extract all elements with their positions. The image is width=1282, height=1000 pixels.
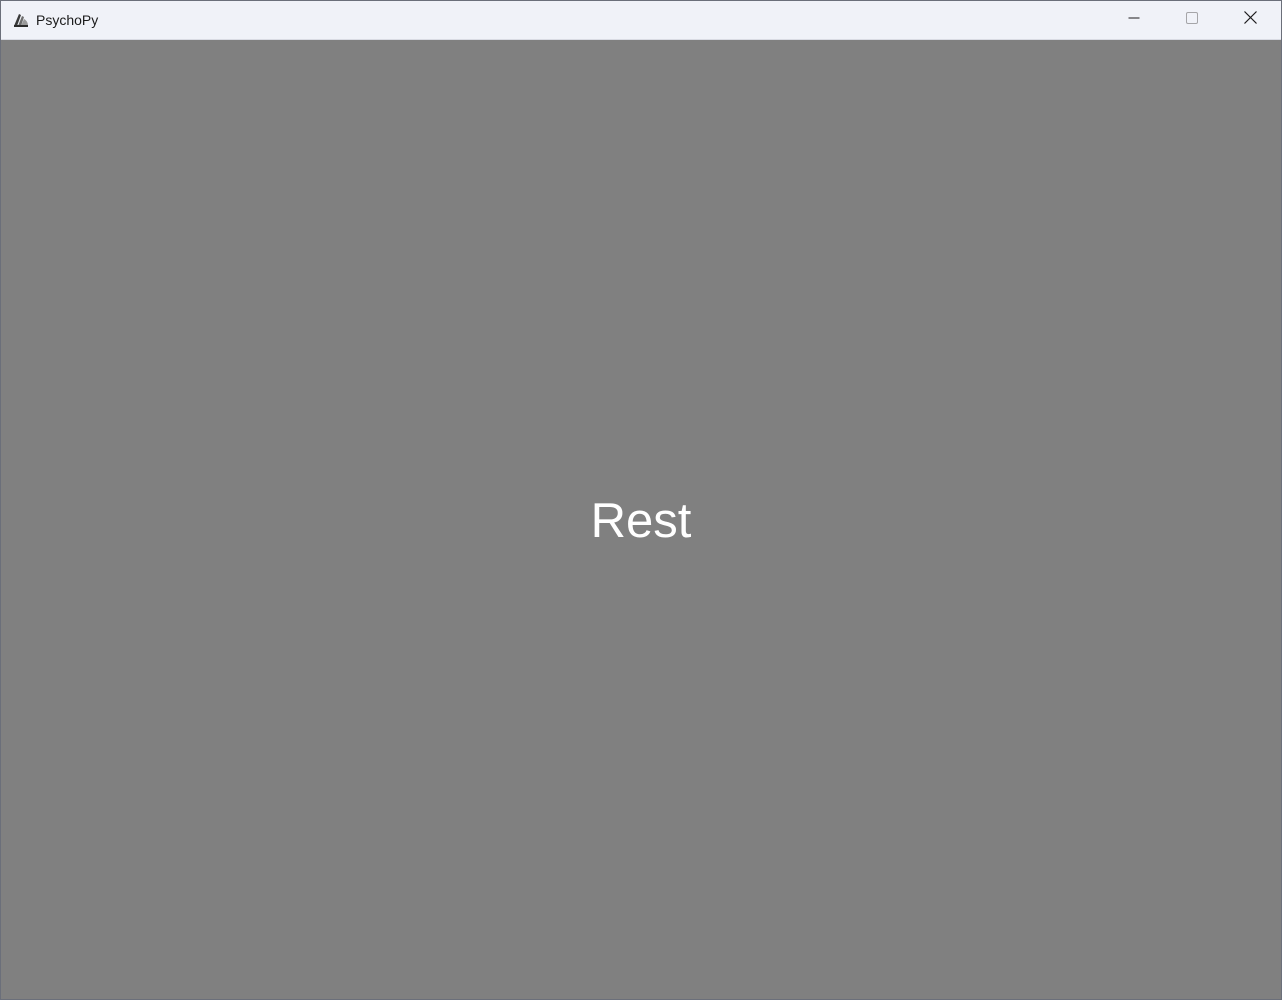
minimize-icon (1128, 11, 1140, 29)
close-icon (1243, 11, 1257, 29)
stimulus-text: Rest (590, 494, 692, 548)
maximize-button[interactable] (1163, 1, 1221, 39)
stimulus-canvas: Rest (1, 40, 1281, 999)
maximize-icon (1186, 11, 1198, 29)
minimize-button[interactable] (1105, 1, 1163, 39)
window-title: PsychoPy (36, 12, 99, 28)
close-button[interactable] (1221, 1, 1279, 39)
title-bar[interactable]: PsychoPy (1, 1, 1281, 40)
psychopy-logo-icon (11, 10, 31, 30)
psychopy-window: PsychoPy Rest (0, 0, 1282, 1000)
